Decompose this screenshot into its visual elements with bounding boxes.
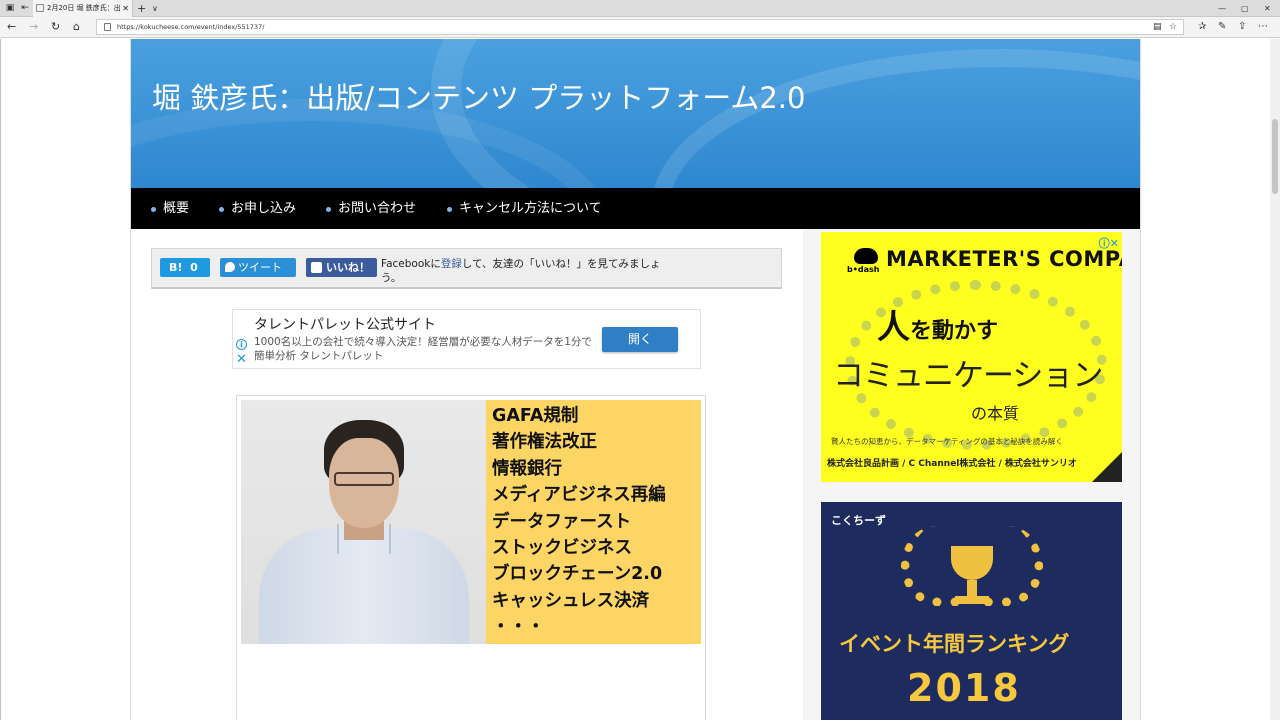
- facebook-like-button[interactable]: いいね！: [306, 258, 377, 277]
- ad-sponsors: 株式会社良品計画 / C Channel株式会社 / 株式会社サンリオ: [827, 459, 1077, 469]
- event-image-frame: GAFA規制 著作権法改正 情報銀行 メディアビジネス再編 データファースト ス…: [236, 395, 706, 720]
- scrollbar[interactable]: [1270, 39, 1280, 720]
- ad-open-button[interactable]: 開く: [602, 327, 678, 352]
- ad-logo-text: b•dash: [847, 265, 880, 274]
- facebook-register-link[interactable]: 登録: [441, 258, 462, 270]
- tab-actions-icon[interactable]: ▣: [3, 2, 17, 14]
- event-banner-image: GAFA規制 著作権法改正 情報銀行 メディアビジネス再編 データファースト ス…: [241, 400, 701, 644]
- nav-item-overview[interactable]: 概要: [151, 188, 189, 229]
- ranking-title: イベント年間ランキング: [839, 632, 1070, 656]
- hatena-bookmark-button[interactable]: B! 0: [160, 258, 210, 277]
- social-share-bar: B! 0 ツイート いいね！ Facebookに登録して、友達の「いいね！」を見…: [151, 248, 782, 289]
- ranking-year: 2018: [907, 666, 1021, 710]
- tweet-button[interactable]: ツイート: [220, 258, 296, 277]
- address-bar-row: ← → ↻ ⌂ https://kokucheese.com/event/ind…: [0, 17, 1280, 38]
- favorites-icon[interactable]: ✰: [1198, 20, 1206, 34]
- ad-title[interactable]: タレントパレット公式サイト: [254, 314, 436, 334]
- forward-arrow-icon[interactable]: →: [29, 20, 38, 34]
- keyword: ストックビジネス: [492, 538, 632, 559]
- scrollbar-thumb[interactable]: [1272, 119, 1278, 194]
- share-icon[interactable]: ⇪: [1238, 20, 1246, 34]
- nav-item-contact[interactable]: お問い合わせ: [326, 188, 416, 229]
- keyword: メディアビジネス再編: [492, 485, 666, 506]
- back-arrow-icon[interactable]: ←: [7, 20, 16, 34]
- home-icon[interactable]: ⌂: [73, 20, 80, 34]
- close-window-button[interactable]: ✕: [1264, 0, 1271, 17]
- keyword: データファースト: [492, 511, 632, 532]
- keyword: 情報銀行: [492, 458, 562, 479]
- facebook-login-prompt: Facebookに登録して、友達の「いいね！」を見てみましょう。: [381, 258, 661, 284]
- bullet-icon: [151, 207, 156, 212]
- keyword: キャッシュレス決済: [492, 590, 650, 611]
- twitter-bird-icon: [225, 262, 235, 272]
- thumbs-up-icon: [311, 262, 322, 273]
- nav-item-apply[interactable]: お申し込み: [219, 188, 296, 229]
- browser-tab-bar: ▣ ⇤ 2月20日 堀 鉄彦氏：出 ✕ + ∨ — ▢ ✕: [0, 0, 1280, 17]
- ad-headline-2: コミュニケーション: [833, 358, 1103, 394]
- text-ad[interactable]: タレントパレット公式サイト 1000名以上の会社で続々導入決定！経営層が必要な人…: [232, 309, 701, 369]
- speaker-photo: [241, 400, 486, 644]
- ranking-2018-ad[interactable]: こくちーず イベント年間ランキング 2018: [821, 502, 1122, 720]
- bullet-icon: [326, 207, 331, 212]
- main-nav: 概要 お申し込み お問い合わせ キャンセル方法について: [131, 188, 1140, 229]
- notes-icon[interactable]: ✎: [1218, 20, 1226, 34]
- keyword-panel: GAFA規制 著作権法改正 情報銀行 メディアビジネス再編 データファースト ス…: [486, 400, 701, 644]
- kokucheese-logo: こくちーず: [831, 514, 886, 527]
- bullet-icon: [219, 207, 224, 212]
- site-header: 堀 鉄彦氏：出版/コンテンツ プラットフォーム2.0: [131, 39, 1140, 188]
- browser-tab[interactable]: 2月20日 堀 鉄彦氏：出 ✕: [33, 0, 133, 17]
- ad-subtext: 賢人たちの知恵から、データマーケティングの基本と秘訣を読み解く: [831, 437, 1063, 446]
- keyword: 著作権法改正: [492, 432, 597, 453]
- page-container: 堀 鉄彦氏：出版/コンテンツ プラットフォーム2.0 概要 お申し込み お問い合…: [130, 39, 1141, 720]
- tab-title: 2月20日 堀 鉄彦氏：出: [47, 4, 121, 12]
- nav-item-cancel[interactable]: キャンセル方法について: [447, 188, 602, 229]
- back-tabs-icon[interactable]: ⇤: [18, 2, 32, 14]
- keyword: ブロックチェーン2.0: [492, 564, 663, 585]
- new-tab-button[interactable]: +: [137, 0, 146, 17]
- main-content: B! 0 ツイート いいね！ Facebookに登録して、友達の「いいね！」を見…: [131, 229, 803, 720]
- ad-brand: MARKETER'S COMPASS: [886, 247, 1122, 271]
- site-title[interactable]: 堀 鉄彦氏：出版/コンテンツ プラットフォーム2.0: [152, 75, 805, 117]
- hatena-count: 0: [190, 261, 198, 274]
- more-icon[interactable]: ⋯: [1258, 20, 1268, 34]
- bullet-icon: [447, 207, 452, 212]
- ad-close-icon[interactable]: ✕: [236, 353, 247, 366]
- keyword: GAFA規制: [492, 406, 579, 426]
- ad-headline-3: の本質: [971, 404, 1020, 423]
- tab-menu-icon[interactable]: ∨: [152, 0, 158, 17]
- keyword: ・・・: [492, 617, 545, 638]
- url-text[interactable]: https://kokucheese.com/event/index/55173…: [117, 20, 264, 34]
- favorite-star-icon[interactable]: ☆: [1169, 20, 1177, 34]
- marketers-compass-ad[interactable]: ⓘ✕ b•dash MARKETER'S COMPASS 人を動かす コミュニケ…: [821, 232, 1122, 482]
- tab-close-button[interactable]: ✕: [122, 0, 129, 17]
- ad-corner-badge: [1092, 452, 1122, 482]
- reading-view-icon[interactable]: ▤: [1153, 20, 1162, 34]
- bdash-logo-icon: [854, 248, 878, 264]
- maximize-button[interactable]: ▢: [1241, 0, 1249, 17]
- ad-info-icon[interactable]: i: [236, 339, 247, 350]
- refresh-icon[interactable]: ↻: [51, 20, 60, 34]
- ad-headline: 人を動かす: [877, 307, 999, 346]
- minimize-button[interactable]: —: [1218, 0, 1226, 17]
- sidebar: ⓘ✕ b•dash MARKETER'S COMPASS 人を動かす コミュニケ…: [803, 229, 1140, 720]
- lock-icon: [104, 23, 111, 31]
- ad-description: 1000名以上の会社で続々導入決定！経営層が必要な人材データを1分で簡単分析 タ…: [254, 336, 592, 362]
- url-field[interactable]: https://kokucheese.com/event/index/55173…: [96, 19, 1184, 35]
- favicon-icon: [36, 4, 44, 12]
